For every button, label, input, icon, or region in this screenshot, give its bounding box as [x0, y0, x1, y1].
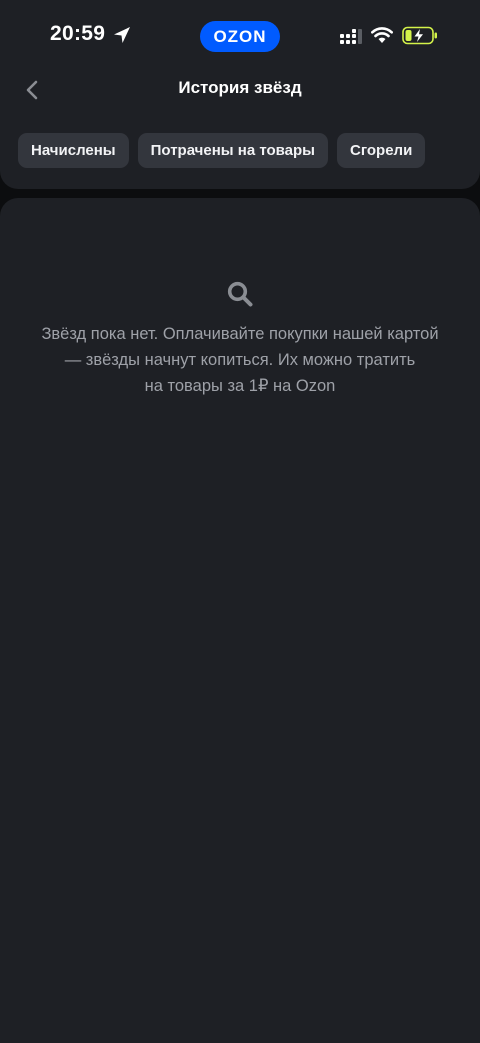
cellular-signal-icon [340, 29, 362, 44]
status-time: 20:59 [50, 22, 106, 45]
empty-state-line: — звёзды начнут копиться. Их можно трати… [64, 351, 416, 369]
page-title: История звёзд [178, 78, 302, 97]
battery-charging-icon [402, 26, 437, 45]
content-card: Звёзд пока нет. Оплачивайте покупки наше… [0, 198, 480, 1043]
ozon-logo: OZON [200, 21, 280, 52]
header: История звёзд [0, 72, 480, 108]
empty-state-line: Звёзд пока нет. Оплачивайте покупки наше… [41, 325, 439, 343]
filter-chip-accrued[interactable]: Начислены [18, 133, 129, 168]
screen: 20:59 OZON История звёзд Начислены Потра… [0, 0, 480, 1043]
search-icon [227, 281, 253, 307]
status-bar: 20:59 OZON [0, 0, 480, 72]
filter-chips: Начислены Потрачены на товары Сгорели [18, 133, 426, 168]
empty-state-message: Звёзд пока нет. Оплачивайте покупки наше… [10, 321, 470, 399]
filter-chip-spent[interactable]: Потрачены на товары [137, 133, 328, 168]
filter-chip-expired[interactable]: Сгорели [336, 133, 426, 168]
location-arrow-icon [114, 27, 130, 43]
wifi-icon [371, 27, 393, 43]
top-card: 20:59 OZON История звёзд Начислены Потра… [0, 0, 480, 189]
brand-name: OZON [213, 26, 267, 46]
empty-state-line: на товары за 1₽ на Ozon [144, 377, 336, 395]
